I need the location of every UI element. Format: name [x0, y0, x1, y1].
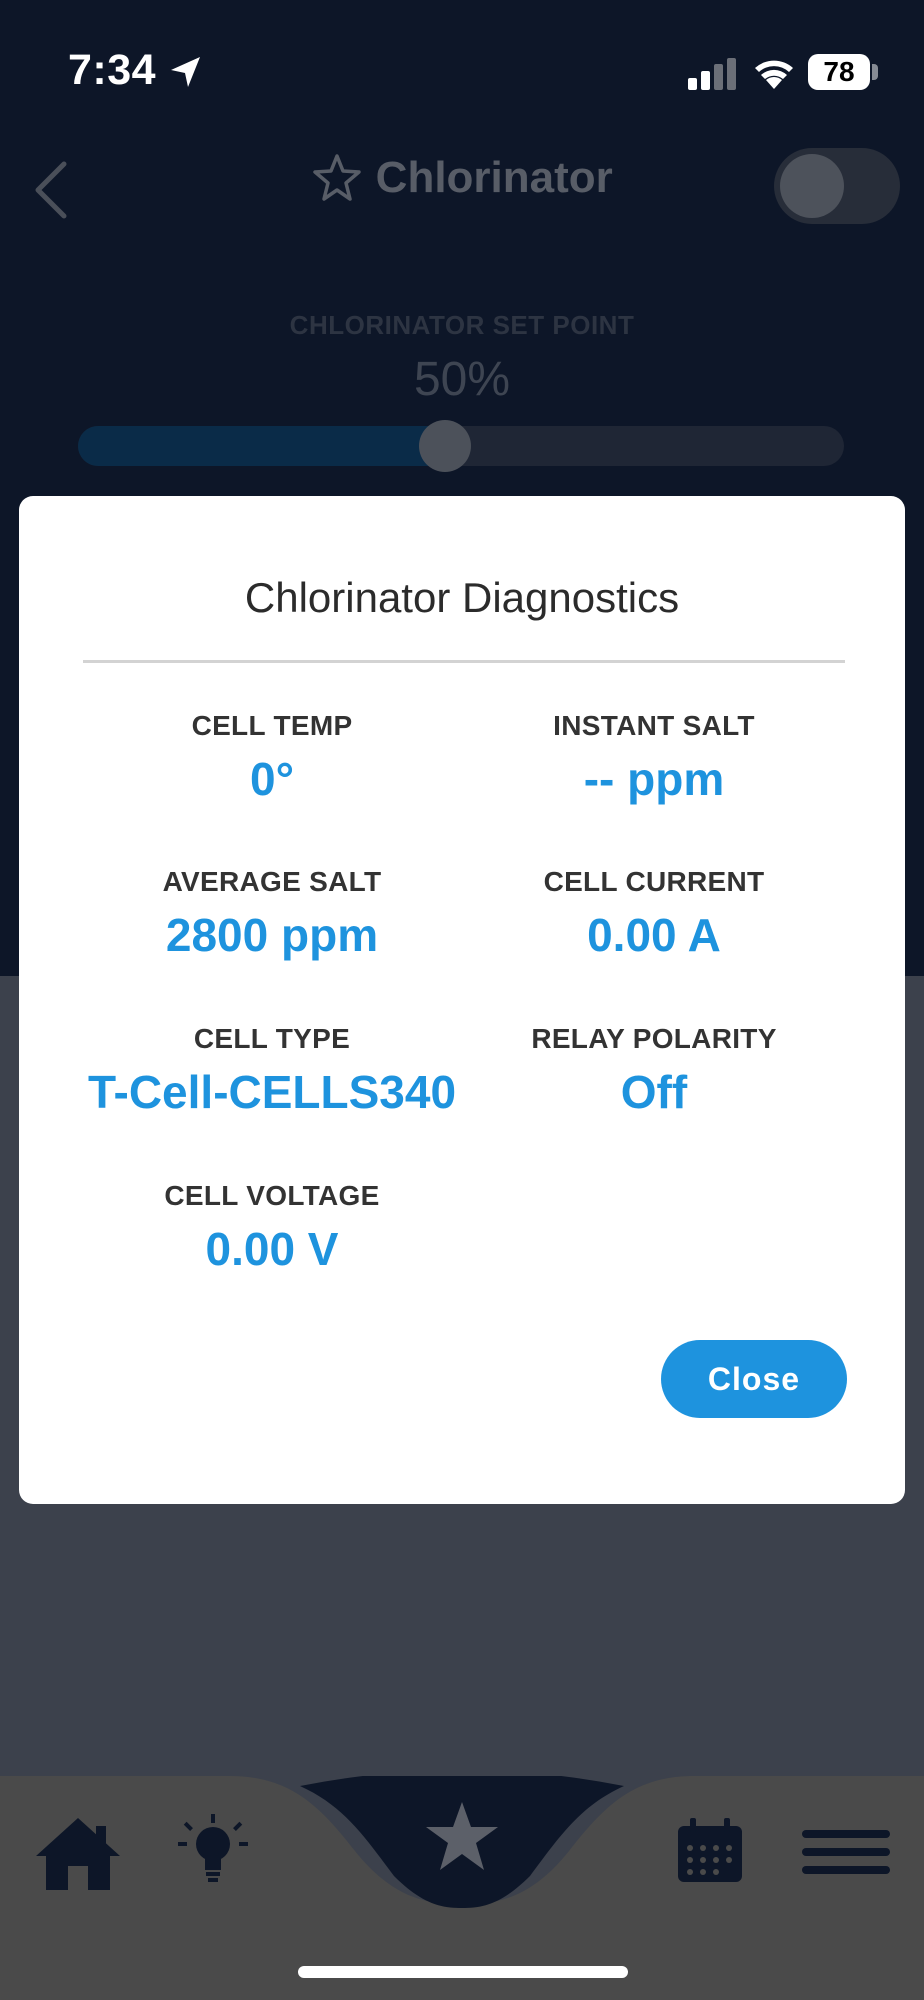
stat-instant-salt: INSTANT SALT -- ppm [454, 710, 854, 806]
star-icon[interactable] [424, 1800, 500, 1872]
diagnostics-modal: Chlorinator Diagnostics CELL TEMP 0° INS… [19, 496, 905, 1504]
home-icon[interactable] [34, 1814, 122, 1892]
stat-value: 2800 ppm [165, 909, 379, 961]
setpoint-label: CHLORINATOR SET POINT [289, 310, 635, 340]
stat-cell-current: CELL CURRENT 0.00 A [454, 866, 854, 962]
battery-level-text: 78 [823, 56, 855, 87]
stat-value: T-Cell-CELLS340 [87, 1066, 457, 1118]
toggle-knob [780, 154, 844, 218]
slider-fill [78, 426, 445, 466]
slider-thumb[interactable] [419, 420, 471, 472]
stat-relay-polarity: RELAY POLARITY Off [454, 1023, 854, 1119]
calendar-icon[interactable] [676, 1818, 744, 1884]
close-button[interactable]: Close [661, 1340, 847, 1418]
status-bar: 7:34 78 [0, 0, 924, 130]
location-arrow-icon [171, 57, 200, 87]
stat-cell-temp: CELL TEMP 0° [72, 710, 472, 806]
stat-label: RELAY POLARITY [531, 1023, 777, 1054]
modal-divider [83, 660, 845, 663]
cellular-signal-icon [688, 58, 736, 90]
stat-value: 0° [250, 753, 294, 805]
stat-label: CELL CURRENT [543, 866, 765, 897]
stat-label: AVERAGE SALT [162, 866, 382, 897]
stat-value: -- ppm [583, 753, 725, 805]
stat-label: CELL TYPE [193, 1023, 351, 1054]
stat-cell-voltage: CELL VOLTAGE 0.00 V [72, 1180, 472, 1276]
setpoint-value: 50% [413, 353, 511, 406]
star-outline-icon[interactable] [311, 152, 363, 204]
stat-label: CELL TEMP [191, 710, 353, 741]
stat-label: INSTANT SALT [553, 710, 755, 741]
status-time: 7:34 [68, 46, 157, 94]
stat-value: 0.00 A [587, 909, 721, 961]
stat-label: CELL VOLTAGE [164, 1180, 380, 1211]
battery-icon: 78 [808, 54, 870, 90]
page-title: Chlorinator [375, 153, 613, 202]
header: Chlorinator [0, 130, 924, 250]
stat-average-salt: AVERAGE SALT 2800 ppm [72, 866, 472, 962]
wifi-icon [755, 60, 793, 89]
stat-cell-type: CELL TYPE T-Cell-CELLS340 [72, 1023, 472, 1119]
stat-value: Off [620, 1066, 688, 1118]
setpoint-slider[interactable] [78, 420, 844, 472]
modal-title: Chlorinator Diagnostics [244, 574, 680, 621]
battery-nub [872, 64, 878, 80]
home-indicator [298, 1966, 628, 1978]
stat-value: 0.00 V [205, 1223, 339, 1275]
chlorinator-toggle[interactable] [774, 148, 900, 224]
menu-icon[interactable] [802, 1828, 890, 1876]
lightbulb-icon[interactable] [178, 1814, 248, 1890]
